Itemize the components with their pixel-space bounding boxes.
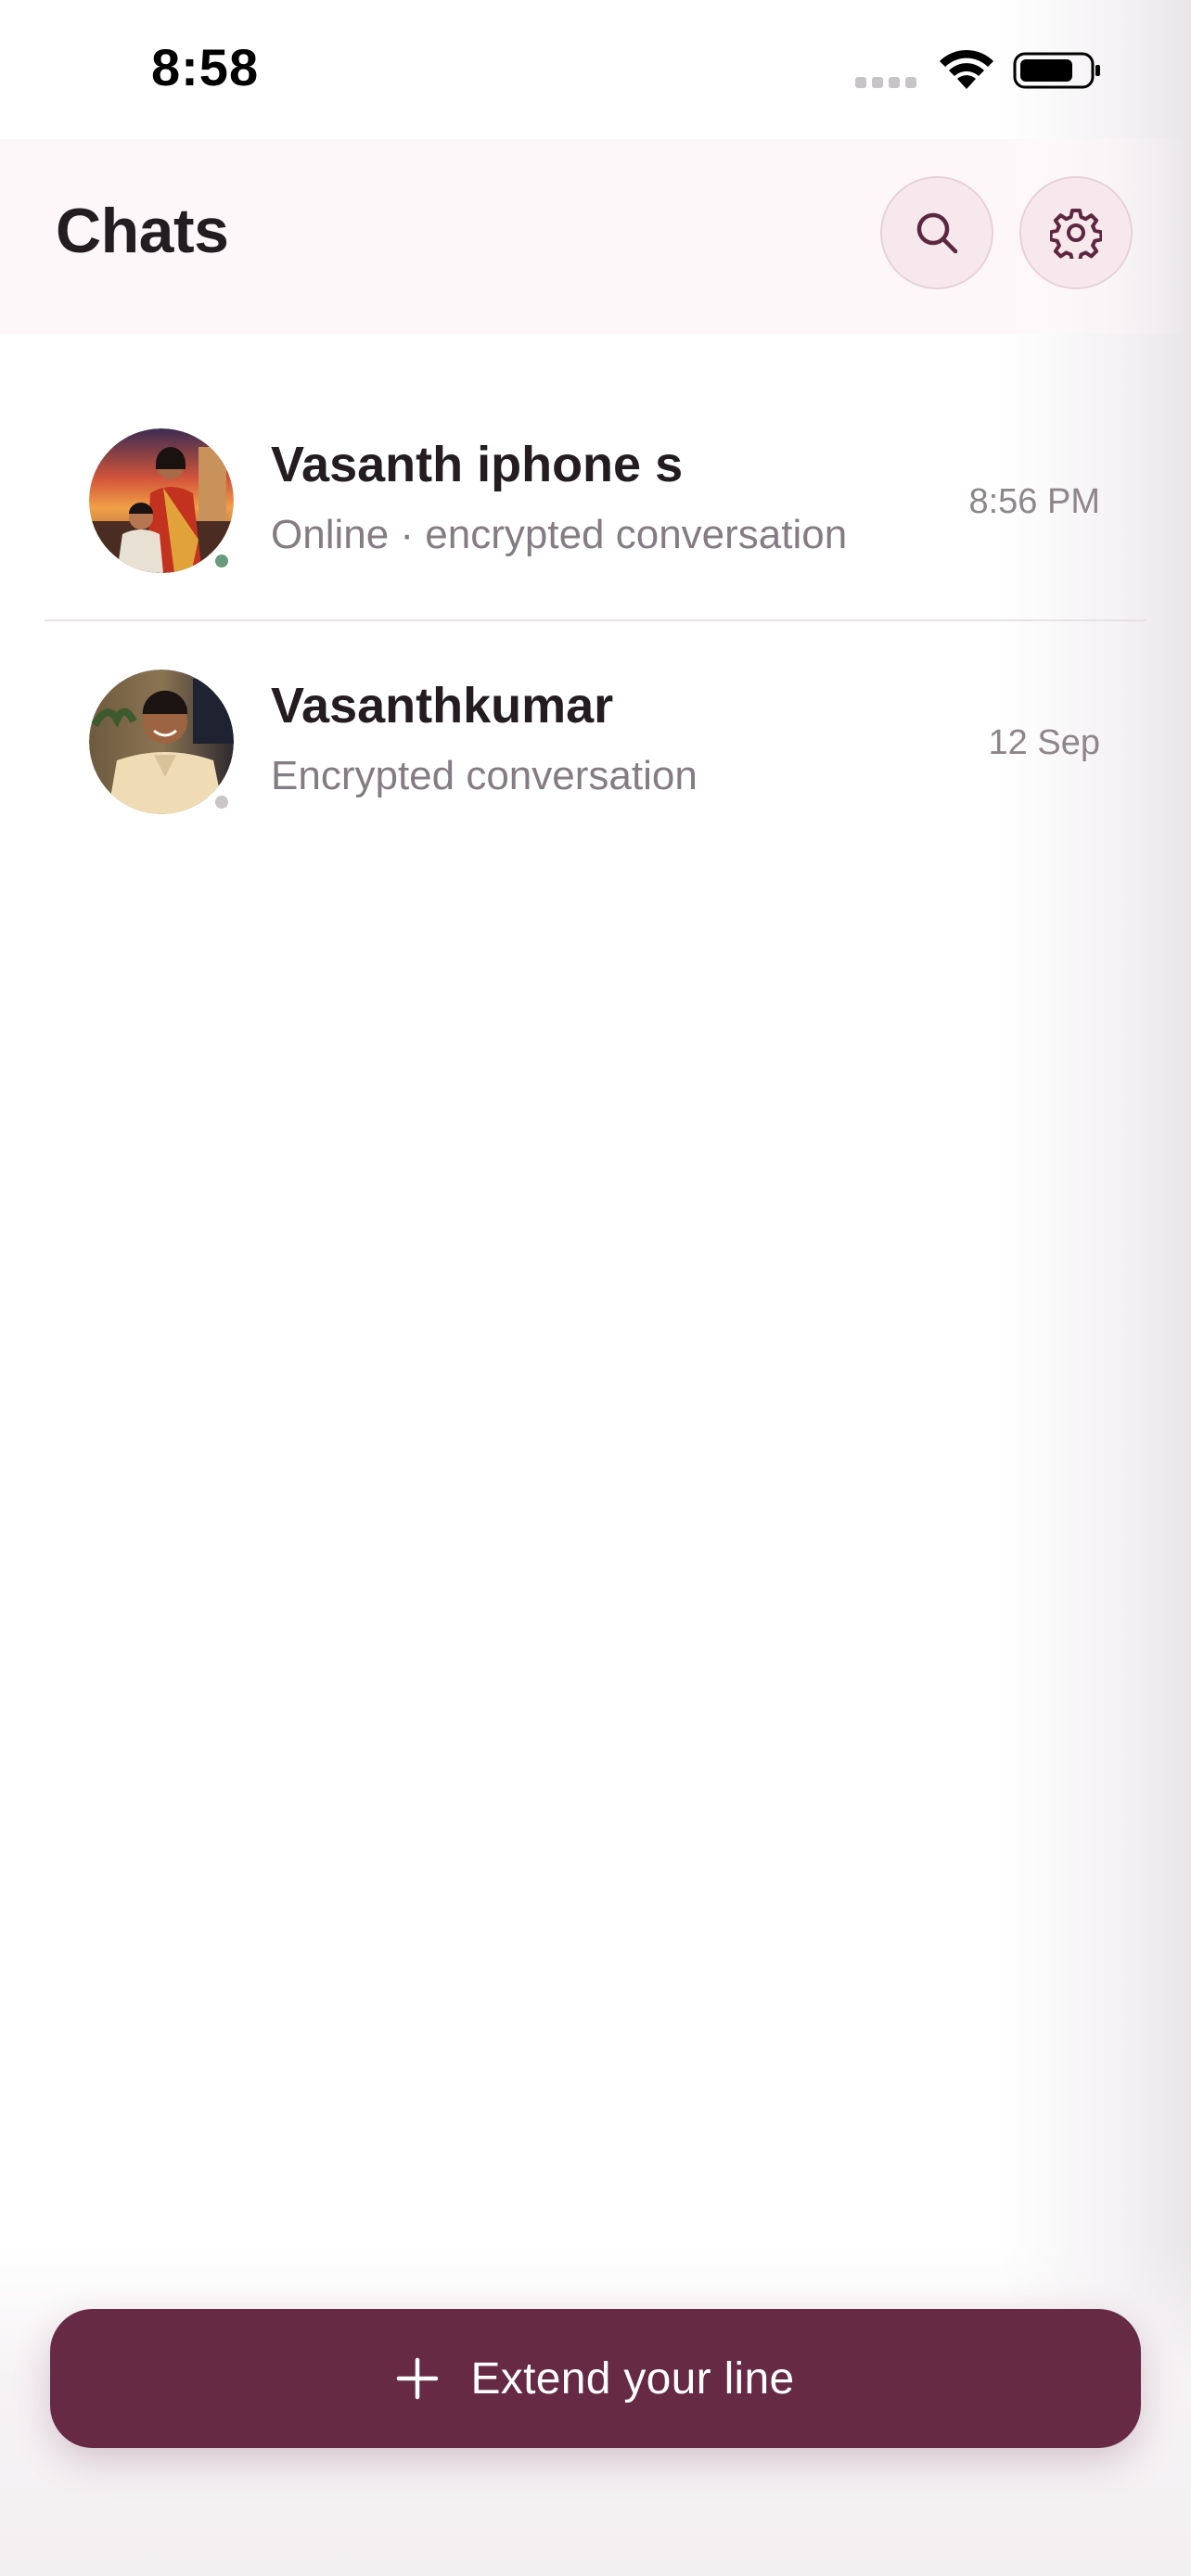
avatar: [89, 670, 234, 814]
status-bar: 8:58: [0, 0, 1191, 139]
avatar: [89, 428, 234, 573]
wifi-icon: [940, 49, 993, 89]
page-title: Chats: [56, 196, 229, 266]
contact-photo: [89, 670, 234, 814]
header: Chats: [0, 139, 1191, 334]
contact-photo: [89, 428, 234, 573]
settings-button[interactable]: [1019, 176, 1133, 289]
chat-row[interactable]: Vasanth iphone s Online · encrypted conv…: [0, 389, 1191, 621]
status-time: 8:58: [151, 38, 260, 96]
message-time: 8:56 PM: [968, 482, 1100, 521]
online-status-dot: [211, 551, 232, 571]
contact-name: Vasanth iphone s: [271, 437, 684, 492]
gear-icon: [1050, 209, 1102, 259]
cellular-signal-icon: [855, 77, 918, 88]
chat-list: Vasanth iphone s Online · encrypted conv…: [0, 389, 1191, 862]
contact-name: Vasanthkumar: [271, 678, 614, 733]
search-icon: [916, 212, 958, 254]
search-button[interactable]: [880, 176, 993, 289]
message-preview: Online · encrypted conversation: [271, 512, 848, 557]
battery-icon: [1013, 52, 1100, 89]
extend-your-line-label: Extend your line: [470, 2353, 795, 2404]
offline-status-dot: [211, 792, 232, 812]
row-divider: [45, 619, 1146, 621]
plus-icon: [397, 2357, 439, 2400]
message-preview: Encrypted conversation: [271, 753, 698, 798]
message-time: 12 Sep: [988, 723, 1100, 762]
extend-your-line-button[interactable]: Extend your line: [50, 2309, 1141, 2448]
chat-row[interactable]: Vasanthkumar Encrypted conversation 12 S…: [0, 631, 1191, 862]
